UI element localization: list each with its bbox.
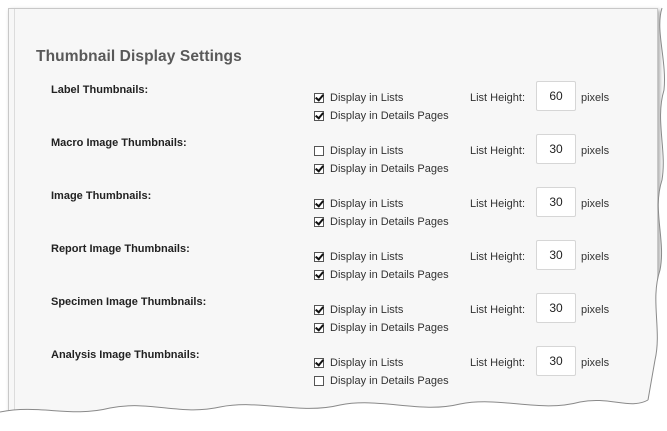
pixels-unit-label: pixels bbox=[581, 304, 610, 316]
display-in-lists-label: Display in Lists bbox=[330, 357, 404, 369]
display-in-details-checkbox[interactable]: Display in Details Pages bbox=[314, 110, 449, 122]
display-in-details-checkbox[interactable]: Display in Details Pages bbox=[314, 216, 449, 228]
display-in-details-label: Display in Details Pages bbox=[330, 216, 449, 228]
display-in-lists-label: Display in Lists bbox=[330, 304, 404, 316]
list-height-label: List Height: bbox=[470, 145, 526, 157]
display-in-lists-label: Display in Lists bbox=[330, 251, 404, 263]
display-in-details-label: Display in Details Pages bbox=[330, 322, 449, 334]
list-height-input[interactable] bbox=[536, 346, 576, 376]
checkbox-box[interactable] bbox=[314, 376, 324, 386]
checkbox-box[interactable] bbox=[314, 146, 324, 156]
display-in-details-label: Display in Details Pages bbox=[330, 269, 449, 281]
checkbox-box[interactable] bbox=[314, 252, 324, 262]
display-in-lists-checkbox[interactable]: Display in Lists bbox=[314, 92, 403, 104]
pixels-unit-label: pixels bbox=[581, 251, 610, 263]
setting-row: Report Image Thumbnails: Display in List… bbox=[0, 240, 667, 287]
display-in-lists-checkbox[interactable]: Display in Lists bbox=[314, 198, 403, 210]
row-label: Specimen Image Thumbnails: bbox=[51, 296, 207, 308]
list-height-label: List Height: bbox=[470, 198, 526, 210]
display-in-lists-checkbox[interactable]: Display in Lists bbox=[314, 145, 403, 157]
display-in-lists-label: Display in Lists bbox=[330, 198, 404, 210]
display-in-lists-checkbox[interactable]: Display in Lists bbox=[314, 357, 403, 369]
checkbox-box[interactable] bbox=[314, 305, 324, 315]
setting-row: Label Thumbnails: Display in Lists List … bbox=[0, 81, 667, 128]
checkbox-box[interactable] bbox=[314, 323, 324, 333]
list-height-input[interactable] bbox=[536, 293, 576, 323]
display-in-details-checkbox[interactable]: Display in Details Pages bbox=[314, 375, 449, 387]
checkbox-box[interactable] bbox=[314, 270, 324, 280]
list-height-input[interactable] bbox=[536, 187, 576, 217]
list-height-label: List Height: bbox=[470, 304, 526, 316]
list-height-label: List Height: bbox=[470, 357, 526, 369]
display-in-lists-checkbox[interactable]: Display in Lists bbox=[314, 304, 403, 316]
row-label: Label Thumbnails: bbox=[51, 84, 149, 96]
checkbox-box[interactable] bbox=[314, 164, 324, 174]
row-label: Report Image Thumbnails: bbox=[51, 243, 190, 255]
setting-row: Macro Image Thumbnails: Display in Lists… bbox=[0, 134, 667, 181]
display-in-lists-label: Display in Lists bbox=[330, 92, 404, 104]
checkbox-box[interactable] bbox=[314, 217, 324, 227]
list-height-input[interactable] bbox=[536, 240, 576, 270]
checkbox-box[interactable] bbox=[314, 199, 324, 209]
row-label: Macro Image Thumbnails: bbox=[51, 137, 187, 149]
list-height-input[interactable] bbox=[536, 81, 576, 111]
list-height-input[interactable] bbox=[536, 134, 576, 164]
pixels-unit-label: pixels bbox=[581, 145, 610, 157]
checkbox-box[interactable] bbox=[314, 358, 324, 368]
list-height-label: List Height: bbox=[470, 251, 526, 263]
setting-row: Specimen Image Thumbnails: Display in Li… bbox=[0, 293, 667, 340]
list-height-label: List Height: bbox=[470, 92, 526, 104]
pixels-unit-label: pixels bbox=[581, 92, 610, 104]
checkbox-box[interactable] bbox=[314, 111, 324, 121]
display-in-details-checkbox[interactable]: Display in Details Pages bbox=[314, 322, 449, 334]
display-in-details-checkbox[interactable]: Display in Details Pages bbox=[314, 269, 449, 281]
setting-row: Analysis Image Thumbnails: Display in Li… bbox=[0, 346, 667, 393]
display-in-details-label: Display in Details Pages bbox=[330, 375, 449, 387]
display-in-lists-checkbox[interactable]: Display in Lists bbox=[314, 251, 403, 263]
display-in-lists-label: Display in Lists bbox=[330, 145, 404, 157]
display-in-details-label: Display in Details Pages bbox=[330, 163, 449, 175]
pixels-unit-label: pixels bbox=[581, 357, 610, 369]
row-label: Analysis Image Thumbnails: bbox=[51, 349, 200, 361]
display-in-details-checkbox[interactable]: Display in Details Pages bbox=[314, 163, 449, 175]
row-label: Image Thumbnails: bbox=[51, 190, 152, 202]
pixels-unit-label: pixels bbox=[581, 198, 610, 210]
setting-row: Image Thumbnails: Display in Lists List … bbox=[0, 187, 667, 234]
checkbox-box[interactable] bbox=[314, 93, 324, 103]
section-title: Thumbnail Display Settings bbox=[36, 48, 242, 65]
display-in-details-label: Display in Details Pages bbox=[330, 110, 449, 122]
